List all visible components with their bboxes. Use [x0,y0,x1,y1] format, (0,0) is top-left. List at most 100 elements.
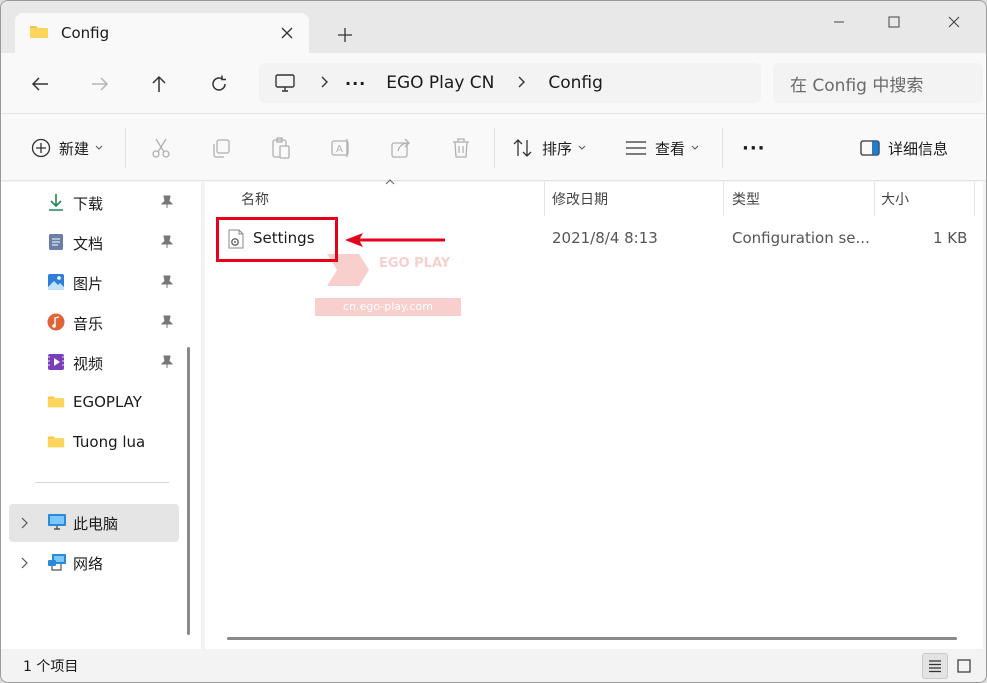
sort-icon [513,139,532,157]
documents-icon [47,233,65,255]
more-icon: ··· [742,137,766,159]
sidebar-item-downloads[interactable]: 下载 [9,184,179,220]
chevron-right-icon[interactable] [21,555,29,573]
more-button[interactable]: ··· [742,136,766,160]
chevron-down-icon [578,145,586,150]
svg-text:A: A [336,144,343,155]
maximize-button[interactable] [878,9,910,35]
folder-icon [47,433,65,453]
sidebar-item-label: 此电脑 [73,515,119,533]
column-type-label: 类型 [732,192,760,208]
rename-button[interactable]: A [330,136,352,160]
file-list: 名称 修改日期 类型 大小 Settings 2021/8/4 8:13 Con… [205,179,983,649]
sort-label: 排序 [542,139,573,158]
file-size: 1 KB [933,229,968,247]
sidebar-item-egoplay[interactable]: EGOPLAY [9,384,179,420]
download-icon [47,193,65,215]
new-tab-button[interactable] [333,23,357,47]
copy-icon [213,139,230,158]
pin-icon [160,235,174,253]
new-button[interactable]: 新建 [31,136,103,160]
pin-icon [160,355,174,373]
computer-icon [47,513,67,535]
folder-icon [29,23,49,43]
sidebar-item-label: EGOPLAY [73,393,142,411]
share-button[interactable] [390,136,412,160]
breadcrumb-overflow[interactable]: ··· [345,74,366,93]
chevron-down-icon [691,145,699,150]
refresh-button[interactable] [204,69,234,99]
search-placeholder: 在 Config 中搜索 [790,75,924,96]
breadcrumb-ego-play-cn[interactable]: EGO Play CN [386,73,494,93]
forward-button[interactable] [85,69,115,99]
breadcrumb-config[interactable]: Config [548,73,603,93]
view-label: 查看 [655,139,686,158]
chevron-right-icon[interactable] [518,74,526,92]
cut-button[interactable] [150,136,172,160]
up-button[interactable] [144,69,174,99]
sidebar-item-label: 网络 [73,555,104,573]
file-modified: 2021/8/4 8:13 [552,229,658,247]
tab-title: Config [61,24,110,42]
view-button[interactable]: 查看 [625,136,699,160]
sidebar-item-pictures[interactable]: 图片 [9,264,179,300]
column-header-name[interactable]: 名称 [241,182,541,216]
sidebar-item-music[interactable]: 音乐 [9,304,179,340]
navigation-pane: 下载 文档 图片 音乐 视频 EGOPLAY Tuong lua 此电脑 网络 [1,182,201,649]
back-button[interactable] [25,69,55,99]
search-input[interactable]: 在 Config 中搜索 [773,63,983,103]
plus-circle-icon [31,138,51,158]
sidebar-item-this-pc[interactable]: 此电脑 [9,504,179,542]
address-bar[interactable]: ··· EGO Play CN Config [259,63,761,103]
minimize-button[interactable] [823,9,855,35]
videos-icon [47,353,65,375]
sidebar-scrollbar[interactable] [187,347,190,635]
details-label: 详细信息 [888,139,949,158]
details-pane-button[interactable]: 详细信息 [860,136,948,160]
column-header-type[interactable]: 类型 [732,182,872,216]
close-tab-icon[interactable] [275,21,299,45]
watermark-url: cn.ego-play.com [315,298,461,316]
command-bar: 新建 A 排序 查看 ··· 详细信息 [1,113,986,181]
rename-icon: A [331,139,349,157]
column-header-modified[interactable]: 修改日期 [552,182,722,216]
sort-button[interactable]: 排序 [512,136,586,160]
copy-button[interactable] [210,136,232,160]
new-label: 新建 [59,139,90,158]
status-bar: 1 个项目 [1,649,986,682]
thumbnail-view-button[interactable] [951,653,977,679]
sidebar-item-label: 文档 [73,235,104,253]
chevron-right-icon[interactable] [321,74,329,92]
thumbnail-view-icon [957,659,971,673]
details-view-icon [929,660,941,673]
column-modified-label: 修改日期 [552,192,608,208]
sidebar-item-network[interactable]: 网络 [9,544,179,580]
red-arrow-annotation [345,233,445,247]
file-explorer-window: Config ··· EGO Play CN Config 在 Config 中… [0,0,987,683]
sidebar-item-label: 音乐 [73,315,104,333]
watermark-brand: EGO PLAY [379,256,451,271]
tab-config[interactable]: Config [15,13,309,53]
sidebar-item-videos[interactable]: 视频 [9,344,179,380]
folder-icon [47,393,65,413]
column-name-label: 名称 [241,192,269,208]
details-view-button[interactable] [922,653,948,679]
sidebar-item-documents[interactable]: 文档 [9,224,179,260]
column-size-label: 大小 [881,192,909,208]
column-header-size[interactable]: 大小 [881,182,971,216]
close-window-button[interactable] [938,9,970,35]
this-pc-icon[interactable] [275,74,295,92]
paste-button[interactable] [270,136,292,160]
details-pane-icon [860,140,880,156]
sidebar-item-tuong-lua[interactable]: Tuong lua [9,424,179,460]
delete-button[interactable] [450,136,472,160]
horizontal-scrollbar[interactable] [227,637,957,640]
network-icon [47,553,67,575]
sidebar-item-label: 图片 [73,275,104,293]
chevron-right-icon[interactable] [21,515,29,533]
trash-icon [453,138,469,158]
title-bar: Config [1,1,986,53]
item-count: 1 个项目 [23,659,79,675]
view-list-icon [626,141,646,155]
pictures-icon [47,273,65,295]
